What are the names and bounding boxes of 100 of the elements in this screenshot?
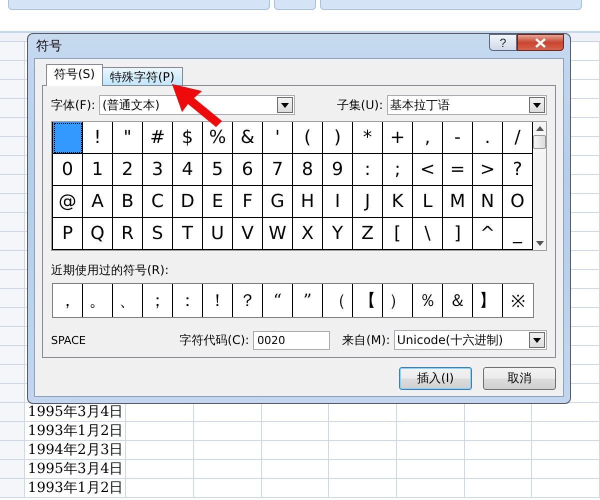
scroll-up-icon[interactable] [536,126,544,131]
symbol-cell[interactable]: V [233,218,263,250]
from-dropdown[interactable]: Unicode(十六进制) [394,330,547,350]
symbol-cell[interactable]: ! [83,122,113,154]
symbol-cell[interactable]: C [143,186,173,218]
row-header[interactable] [0,80,26,98]
symbol-cell[interactable]: = [443,154,473,186]
row-header[interactable] [0,137,26,155]
symbol-cell[interactable] [53,122,83,154]
recent-symbol-cell[interactable]: （ [323,284,353,317]
symbol-cell[interactable]: K [383,186,413,218]
symbol-cell[interactable]: S [143,218,173,250]
symbol-cell[interactable]: " [113,122,143,154]
symbol-cell[interactable]: X [293,218,323,250]
recent-symbol-cell[interactable]: 。 [83,284,113,317]
row-header[interactable] [0,365,26,383]
symbol-cell[interactable]: # [143,122,173,154]
symbol-cell[interactable]: F [233,186,263,218]
row-header[interactable] [0,156,26,174]
symbol-cell[interactable]: 4 [173,154,203,186]
recent-symbol-cell[interactable]: ？ [233,284,263,317]
symbol-cell[interactable]: Q [83,218,113,250]
row-header[interactable] [0,232,26,250]
font-dropdown[interactable]: (普通文本) [99,95,296,115]
row-header[interactable] [0,460,26,478]
symbol-cell[interactable]: P [53,218,83,250]
recent-symbol-cell[interactable]: 【 [353,284,383,317]
symbol-cell[interactable]: 6 [233,154,263,186]
symbol-cell[interactable]: 1 [83,154,113,186]
symbol-cell[interactable]: R [113,218,143,250]
row-header[interactable] [0,175,26,193]
symbol-cell[interactable]: 0 [53,154,83,186]
symbol-cell[interactable]: 2 [113,154,143,186]
recent-symbol-cell[interactable]: ” [293,284,323,317]
scroll-thumb[interactable] [533,135,546,149]
symbol-cell[interactable]: I [323,186,353,218]
row-header[interactable] [0,118,26,136]
symbol-cell[interactable]: ( [293,122,323,154]
symbol-cell[interactable]: B [113,186,143,218]
help-button[interactable]: ? [489,34,517,51]
symbol-cell[interactable]: W [263,218,293,250]
dialog-button[interactable]: 取消 [483,367,556,390]
recent-symbol-cell[interactable]: ＆ [443,284,473,317]
symbol-cell[interactable]: G [263,186,293,218]
row-header[interactable] [0,384,26,402]
symbol-cell[interactable]: ) [323,122,353,154]
symbol-cell[interactable]: 3 [143,154,173,186]
tab[interactable]: 符号(S) [46,64,103,86]
row-header[interactable] [0,346,26,364]
symbol-cell[interactable]: $ [173,122,203,154]
recent-symbol-cell[interactable]: ） [383,284,413,317]
row-header[interactable] [0,42,26,60]
ribbon-button[interactable] [274,0,316,10]
symbol-cell[interactable]: @ [53,186,83,218]
symbol-cell[interactable]: - [443,122,473,154]
symbol-cell[interactable]: N [473,186,503,218]
row-header[interactable] [0,99,26,117]
recent-symbol-cell[interactable]: ： [173,284,203,317]
symbol-cell[interactable]: & [233,122,263,154]
ribbon-button[interactable] [320,0,582,10]
char-code-field[interactable]: 0020 [253,330,330,350]
symbol-cell[interactable]: , [413,122,443,154]
symbol-cell[interactable]: A [83,186,113,218]
symbol-cell[interactable]: ] [443,218,473,250]
symbol-cell[interactable]: \ [413,218,443,250]
symbol-cell[interactable]: L [413,186,443,218]
recent-symbol-cell[interactable]: ％ [413,284,443,317]
symbol-cell[interactable]: . [473,122,503,154]
row-header[interactable] [0,327,26,345]
symbol-cell[interactable]: Z [353,218,383,250]
row-header[interactable] [0,479,26,497]
row-header[interactable] [0,441,26,459]
symbol-cell[interactable]: [ [383,218,413,250]
row-header[interactable] [0,289,26,307]
symbol-cell[interactable]: M [443,186,473,218]
symbol-cell[interactable]: T [173,218,203,250]
row-header[interactable] [0,422,26,440]
symbol-cell[interactable]: ; [383,154,413,186]
symbol-cell[interactable]: D [173,186,203,218]
row-header[interactable] [0,308,26,326]
symbol-cell[interactable]: * [353,122,383,154]
symbol-cell[interactable]: 9 [323,154,353,186]
dialog-button[interactable]: 插入(I) [399,367,472,390]
symbol-cell[interactable]: 7 [263,154,293,186]
recent-symbol-cell[interactable]: 、 [113,284,143,317]
recent-symbol-cell[interactable]: 】 [473,284,503,317]
symbol-cell[interactable]: U [203,218,233,250]
row-header[interactable] [0,270,26,288]
symbol-cell[interactable]: H [293,186,323,218]
row-header[interactable] [0,213,26,231]
symbol-cell[interactable]: J [353,186,383,218]
subset-dropdown[interactable]: 基本拉丁语 [387,95,547,115]
ribbon-button[interactable] [8,0,270,10]
row-header[interactable] [0,61,26,79]
close-button[interactable] [517,34,564,51]
symbol-cell[interactable]: : [353,154,383,186]
symbol-cell[interactable]: 8 [293,154,323,186]
symbol-cell[interactable]: ^ [473,218,503,250]
symbol-cell[interactable]: ' [263,122,293,154]
recent-symbol-cell[interactable]: ※ [503,284,533,317]
